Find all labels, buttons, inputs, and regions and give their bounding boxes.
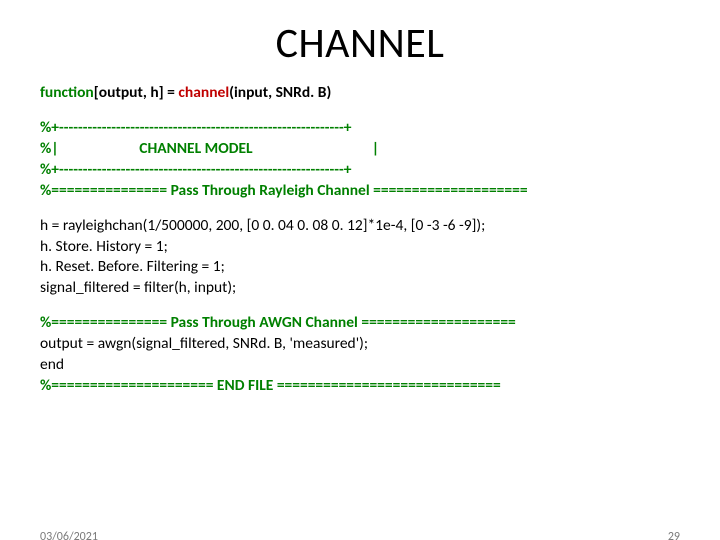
comment-box-mid-right: |: [372, 139, 379, 158]
keyword-function: function: [40, 83, 94, 102]
footer: 03/06/2021 29: [40, 530, 680, 540]
footer-page: 29: [668, 530, 680, 540]
func-tail: (input, SNRd. B): [229, 83, 331, 102]
func-name: channel: [178, 83, 229, 102]
code-awgn-2: end: [40, 355, 680, 376]
code-line-2: h. Store. History = 1;: [40, 237, 680, 258]
footer-date: 03/06/2021: [40, 530, 98, 540]
comment-box-top: %+--------------------------------------…: [40, 118, 680, 139]
func-args: [output, h] =: [94, 83, 179, 102]
slide-body: function[output, h] = channel(input, SNR…: [0, 83, 720, 397]
slide: CHANNEL function[output, h] = channel(in…: [0, 18, 720, 540]
comment-pass-awgn: %=============== Pass Through AWGN Chann…: [40, 313, 680, 334]
comment-end-file: %===================== END FILE ========…: [40, 376, 680, 397]
function-signature: function[output, h] = channel(input, SNR…: [40, 83, 680, 104]
comment-box-mid: %| CHANNEL MODEL |: [40, 139, 680, 160]
code-line-4: signal_filtered = filter(h, input);: [40, 278, 680, 299]
comment-box-bot: %+--------------------------------------…: [40, 160, 680, 181]
code-awgn-1: output = awgn(signal_filtered, SNRd. B, …: [40, 334, 680, 355]
code-line-3: h. Reset. Before. Filtering = 1;: [40, 257, 680, 278]
slide-title: CHANNEL: [0, 18, 720, 69]
comment-pass-rayleigh: %=============== Pass Through Rayleigh C…: [40, 181, 680, 202]
comment-box-mid-left: %| CHANNEL MODEL: [40, 139, 372, 158]
code-line-1: h = rayleighchan(1/500000, 200, [0 0. 04…: [40, 216, 680, 237]
